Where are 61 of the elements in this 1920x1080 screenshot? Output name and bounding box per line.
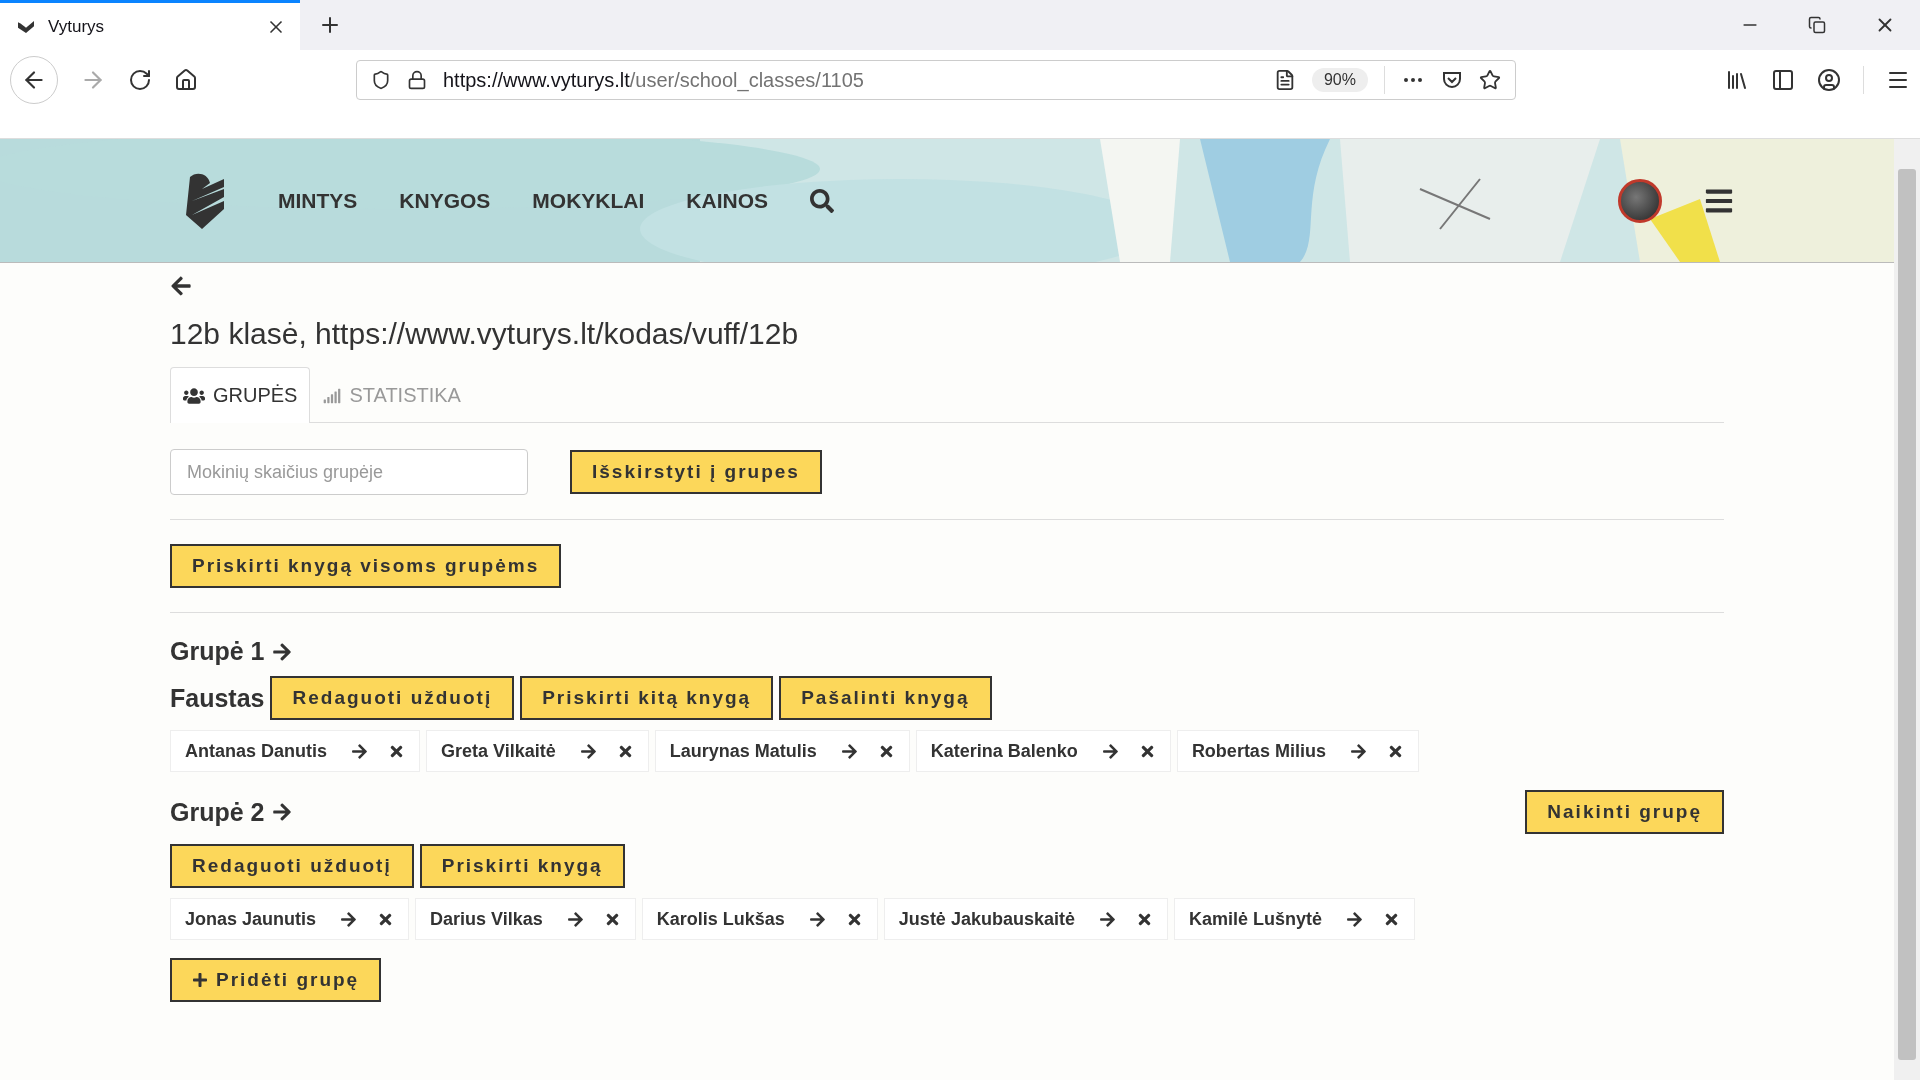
plus-icon [192, 972, 208, 988]
distribute-button[interactable]: Išskirstyti į grupes [570, 450, 822, 494]
tab[interactable]: GRUPĖS [170, 367, 311, 423]
student-name: Greta Vilkaitė [441, 740, 556, 762]
arrow-right-icon[interactable] [340, 910, 358, 928]
restore-icon[interactable] [1808, 16, 1826, 34]
student-name: Robertas Milius [1191, 740, 1326, 762]
arrow-right-icon[interactable] [1098, 910, 1116, 928]
account-icon[interactable] [1817, 68, 1841, 92]
lock-icon [407, 70, 427, 90]
student-name: Antanas Danutis [185, 740, 328, 762]
zoom-level[interactable]: 90% [1311, 68, 1368, 92]
address-bar[interactable]: https://www.vyturys.lt/user/school_classes/1105 90% [356, 60, 1516, 100]
input-field[interactable]: Mokinių skaičius grupėje [170, 449, 528, 495]
browser-tab[interactable]: Vyturys [0, 0, 300, 50]
sidebar-icon[interactable] [1771, 68, 1795, 92]
group-button[interactable]: Pašalinti knygą [779, 676, 992, 720]
arrow-right-icon[interactable] [1346, 910, 1363, 928]
tab-title: Vyturys [48, 16, 106, 37]
signal-bars-icon [323, 386, 342, 405]
nav-link[interactable]: MOKYKLAI [532, 188, 645, 213]
arrow-right-icon[interactable] [579, 742, 597, 760]
book-title: Faustas [170, 683, 265, 713]
group-button[interactable]: Priskirti kitą knygą [520, 676, 774, 720]
student-name: Justė Jakubauskaitė [898, 908, 1075, 930]
page-title: 12b klasė, https://www.vyturys.lt/kodas/vuff/12b [170, 317, 800, 351]
student-name: Laurynas Matulis [669, 740, 817, 762]
group-button[interactable]: Priskirti knygą [419, 844, 625, 888]
home-icon[interactable] [174, 68, 198, 92]
student-name: Karolis Lukšas [656, 908, 785, 930]
back-arrow-icon[interactable] [170, 275, 192, 297]
library-icon[interactable] [1725, 68, 1749, 92]
nav-link[interactable]: KNYGOS [399, 188, 491, 213]
arrow-right-icon [272, 802, 293, 822]
arrow-right-icon [272, 641, 293, 662]
scrollbar[interactable] [1894, 139, 1920, 1080]
nav-link[interactable]: KAINOS [686, 188, 769, 213]
student-name: Kamilė Lušnytė [1188, 908, 1322, 930]
group-button[interactable]: Redaguoti užduotį [270, 676, 515, 720]
arrow-right-icon[interactable] [351, 742, 369, 760]
reload-icon[interactable] [128, 68, 152, 92]
arrow-right-icon[interactable] [808, 910, 826, 928]
student-name: Katerina Balenko [930, 740, 1078, 762]
group-button[interactable]: Redaguoti užduotį [170, 844, 414, 888]
group-title[interactable]: Grupė 2 [170, 797, 293, 827]
delete-group-button[interactable]: Naikinti grupę [1525, 790, 1724, 834]
shield-icon [371, 70, 391, 90]
add-group-button[interactable]: Pridėti grupę [170, 958, 382, 1002]
arrow-right-icon[interactable] [840, 742, 858, 760]
arrow-right-icon[interactable] [1349, 742, 1367, 760]
pocket-icon[interactable] [1441, 69, 1463, 91]
assign-book-button[interactable]: Priskirti knygą visoms grupėms [170, 544, 562, 588]
nav-link[interactable]: MINTYS [278, 188, 358, 213]
arrow-right-icon[interactable] [566, 910, 584, 928]
student-name: Darius Vilkas [430, 908, 543, 930]
star-icon[interactable] [1479, 69, 1501, 91]
arrow-right-icon[interactable] [1101, 742, 1119, 760]
url-text: https://www.vyturys.lt/user/school_classes/1105 [443, 68, 865, 92]
group-title[interactable]: Grupė 1 [170, 637, 293, 666]
student-name: Jonas Jaunutis [185, 908, 317, 930]
search-icon[interactable] [810, 188, 835, 213]
